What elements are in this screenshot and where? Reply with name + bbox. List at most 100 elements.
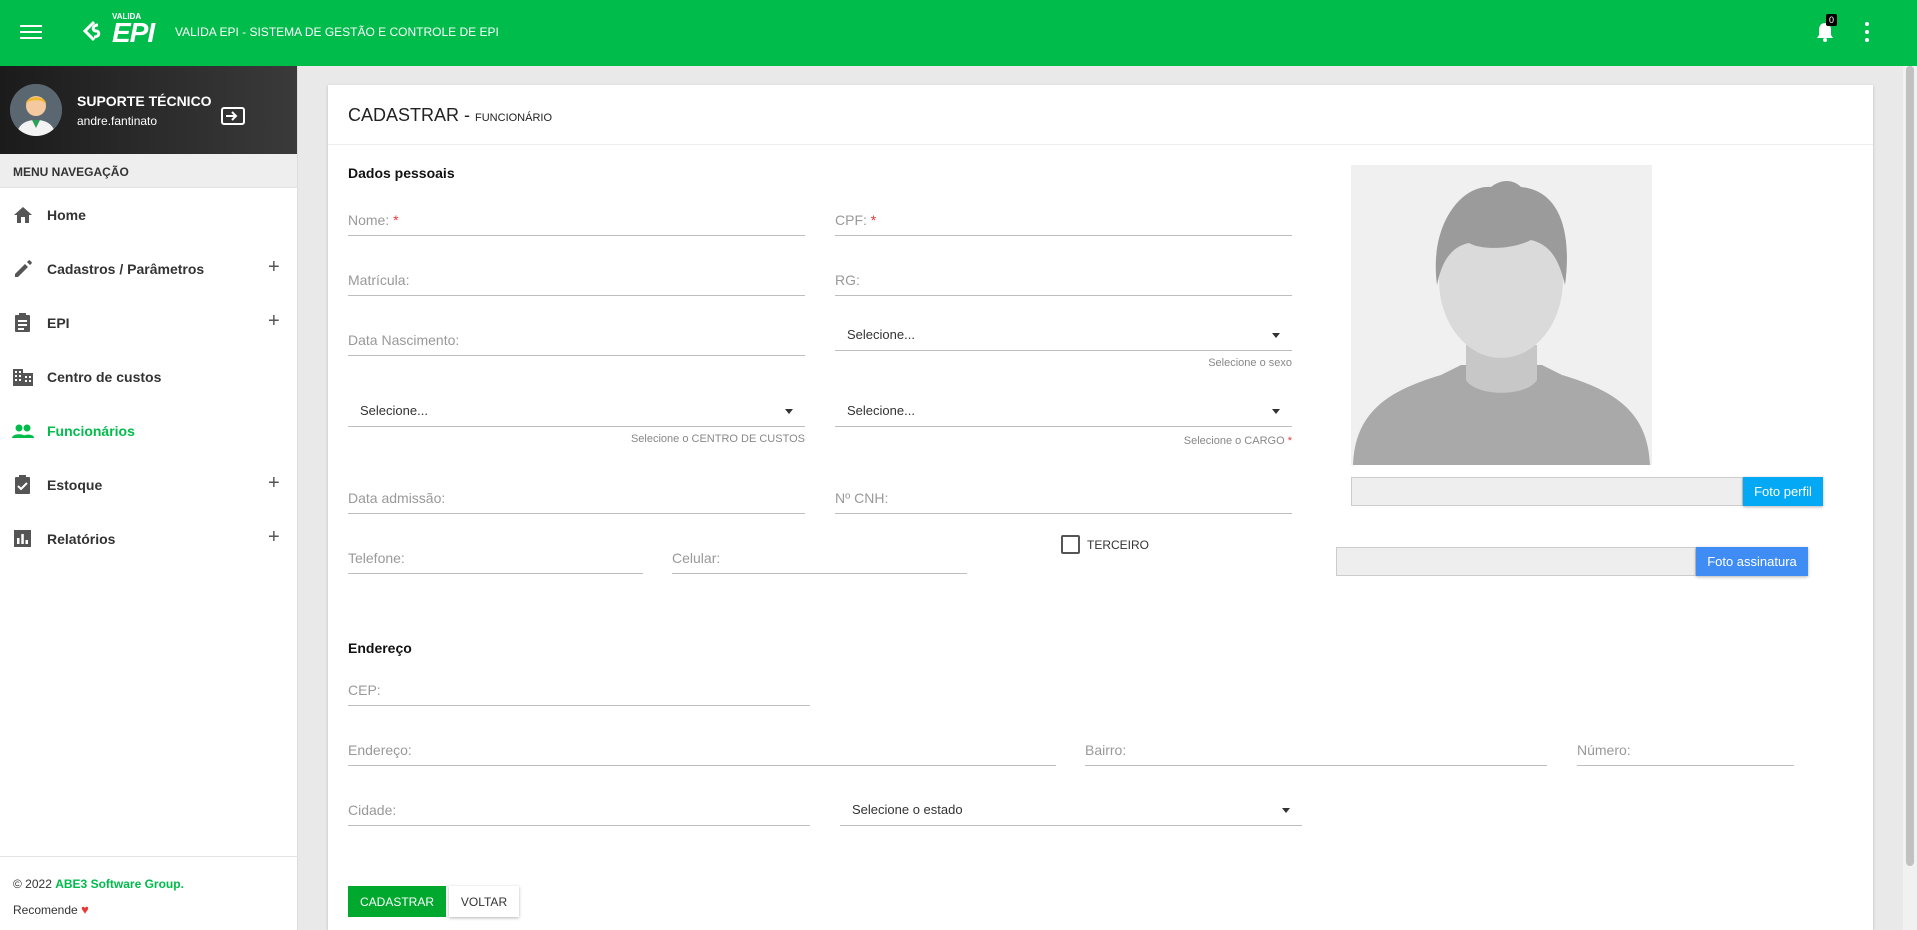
heart-icon: ♥: [81, 902, 89, 917]
sexo-select[interactable]: Selecione...: [835, 317, 1292, 351]
expand-plus-icon[interactable]: +: [268, 526, 280, 549]
pencil-icon: [12, 259, 34, 279]
page-scrollbar[interactable]: [1903, 66, 1917, 930]
estado-select[interactable]: Selecione o estado: [840, 792, 1302, 826]
celular-placeholder: Celular:: [672, 550, 721, 566]
sidebar-item-funcionarios[interactable]: Funcionários: [0, 404, 297, 458]
foto-perfil-button[interactable]: Foto perfil: [1743, 477, 1823, 506]
sidebar-item-label: Home: [47, 207, 86, 223]
building-icon: [12, 367, 34, 387]
foto-assinatura-file-input[interactable]: [1336, 547, 1696, 576]
app-logo[interactable]: VALIDA EPI: [82, 12, 155, 50]
cargo-helper: Selecione o CARGO *: [835, 435, 1292, 447]
form-card: CADASTRAR - FUNCIONÁRIO Dados pessoais N…: [328, 85, 1873, 930]
cpf-field[interactable]: CPF: *: [835, 206, 1292, 236]
data-admissao-field[interactable]: Data admissão:: [348, 484, 805, 514]
bar-chart-icon: [12, 529, 34, 549]
bairro-placeholder: Bairro:: [1085, 742, 1127, 758]
user-login: andre.fantinato: [77, 114, 158, 128]
sidebar-item-relatorios[interactable]: Relatórios +: [0, 512, 297, 566]
data-nascimento-field[interactable]: Data Nascimento:: [348, 326, 805, 356]
company-link[interactable]: ABE3 Software Group: [55, 877, 180, 891]
sidebar-item-home[interactable]: Home: [0, 188, 297, 242]
sexo-helper: Selecione o sexo: [1208, 357, 1292, 369]
numero-field[interactable]: Número:: [1577, 736, 1794, 766]
expand-plus-icon[interactable]: +: [268, 256, 280, 279]
section-address: Endereço: [348, 640, 412, 656]
sidebar-item-label: Estoque: [47, 477, 103, 493]
sidebar-item-epi[interactable]: EPI +: [0, 296, 297, 350]
sidebar-item-label: Centro de custos: [47, 369, 162, 385]
more-options-icon[interactable]: [1862, 22, 1872, 42]
user-panel: SUPORTE TÉCNICO andre.fantinato: [0, 66, 297, 154]
top-app-bar: VALIDA EPI VALIDA EPI - SISTEMA DE GESTÃ…: [0, 0, 1917, 66]
rg-placeholder: RG:: [835, 272, 860, 288]
foto-assinatura-button[interactable]: Foto assinatura: [1696, 547, 1808, 576]
endereco-field[interactable]: Endereço:: [348, 736, 1056, 766]
telefone-field[interactable]: Telefone:: [348, 544, 643, 574]
sidebar-item-label: Relatórios: [47, 531, 116, 547]
home-icon: [12, 205, 34, 225]
hamburger-menu-icon[interactable]: [20, 21, 42, 43]
foto-perfil-file-input[interactable]: [1351, 477, 1743, 506]
logout-icon[interactable]: [220, 106, 246, 126]
celular-field[interactable]: Celular:: [672, 544, 967, 574]
voltar-button[interactable]: VOLTAR: [449, 886, 519, 917]
centro-custos-helper: Selecione o CENTRO DE CUSTOS: [630, 433, 805, 445]
terceiro-checkbox[interactable]: [1061, 535, 1080, 554]
sidebar-item-estoque[interactable]: Estoque +: [0, 458, 297, 512]
terceiro-label: TERCEIRO: [1087, 538, 1150, 552]
company-dot: .: [180, 877, 184, 891]
matricula-placeholder: Matrícula:: [348, 272, 410, 288]
rg-field[interactable]: RG:: [835, 266, 1292, 296]
estado-select-value: Selecione o estado: [852, 802, 963, 817]
data-nascimento-placeholder: Data Nascimento:: [348, 332, 460, 348]
menu-header: MENU NAVEGAÇÃO: [0, 154, 297, 188]
cidade-placeholder: Cidade:: [348, 802, 397, 818]
chevron-down-icon: [1272, 333, 1280, 338]
telefone-placeholder: Telefone:: [348, 550, 405, 566]
clipboard-icon: [12, 313, 34, 333]
required-mark: *: [393, 212, 399, 228]
cadastrar-button[interactable]: CADASTRAR: [348, 886, 446, 917]
matricula-field[interactable]: Matrícula:: [348, 266, 805, 296]
app-title: VALIDA EPI - SISTEMA DE GESTÃO E CONTROL…: [175, 25, 499, 39]
chevron-down-icon: [1272, 409, 1280, 414]
sidebar-item-cadastros[interactable]: Cadastros / Parâmetros +: [0, 242, 297, 296]
logo-small-text: VALIDA: [112, 12, 142, 21]
people-icon: [12, 421, 34, 441]
sidebar-footer: © 2022 ABE3 Software Group. Recomende ♥: [0, 856, 298, 930]
required-mark: *: [1287, 435, 1292, 447]
nome-field[interactable]: Nome: *: [348, 206, 805, 236]
scrollbar-thumb[interactable]: [1906, 66, 1914, 866]
bairro-field[interactable]: Bairro:: [1085, 736, 1547, 766]
avatar: [10, 84, 62, 136]
sidebar-item-label: Funcionários: [47, 423, 135, 439]
cnh-placeholder: Nº CNH:: [835, 490, 889, 506]
expand-plus-icon[interactable]: +: [268, 472, 280, 495]
notifications-badge: 0: [1826, 14, 1838, 26]
cep-field[interactable]: CEP:: [348, 676, 810, 706]
sidebar: SUPORTE TÉCNICO andre.fantinato MENU NAV…: [0, 66, 298, 930]
recommend-line[interactable]: Recomende ♥: [13, 897, 285, 923]
logo-mark-icon: [82, 19, 106, 47]
data-admissao-placeholder: Data admissão:: [348, 490, 446, 506]
cpf-placeholder: CPF:: [835, 212, 867, 228]
cargo-select[interactable]: Selecione...: [835, 393, 1292, 427]
cnh-field[interactable]: Nº CNH:: [835, 484, 1292, 514]
cargo-helper-text: Selecione o CARGO: [1183, 435, 1285, 447]
expand-plus-icon[interactable]: +: [268, 310, 280, 333]
cidade-field[interactable]: Cidade:: [348, 796, 810, 826]
centro-custos-select[interactable]: Selecione...: [348, 393, 805, 427]
cep-placeholder: CEP:: [348, 682, 381, 698]
sidebar-item-centro-de-custos[interactable]: Centro de custos: [0, 350, 297, 404]
chevron-down-icon: [785, 409, 793, 414]
required-mark: *: [870, 212, 877, 228]
notifications-bell-icon[interactable]: 0: [1816, 14, 1838, 42]
copyright-text: © 2022: [13, 877, 52, 891]
page-title-sub: FUNCIONÁRIO: [475, 112, 553, 124]
sidebar-item-label: EPI: [47, 315, 70, 331]
endereco-placeholder: Endereço:: [348, 742, 412, 758]
recommend-text: Recomende: [13, 903, 78, 917]
page-title: CADASTRAR - FUNCIONÁRIO: [328, 85, 1873, 145]
